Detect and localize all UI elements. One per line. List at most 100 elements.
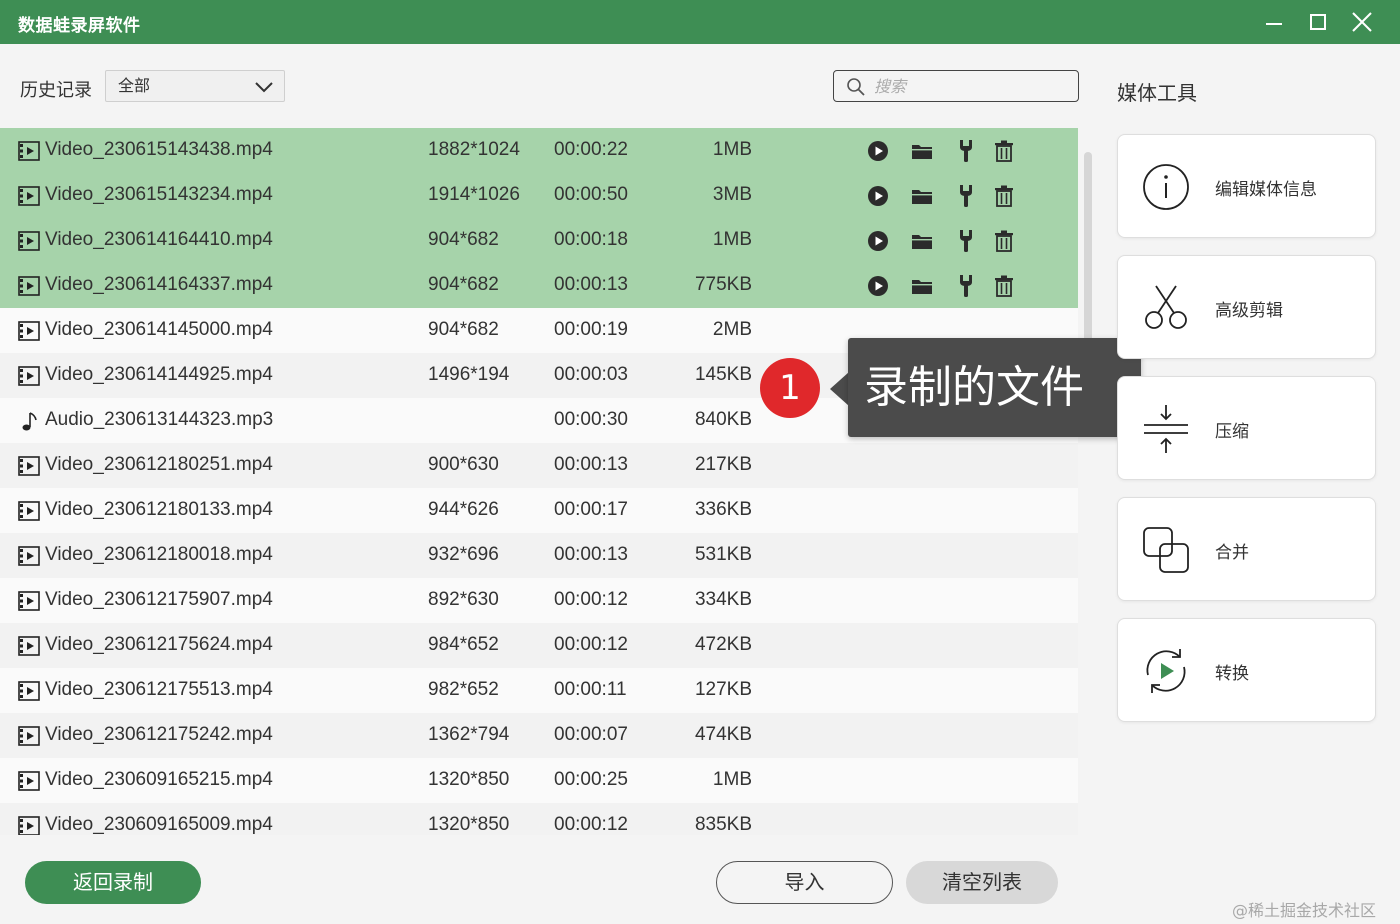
edit-button[interactable] [954,229,978,253]
play-button[interactable] [866,274,890,298]
file-size: 1MB [712,769,752,790]
file-resolution: 1496*194 [428,364,510,385]
file-name: Video_230612175513.mp4 [45,679,273,700]
file-duration: 00:00:03 [554,364,628,385]
play-button[interactable] [866,184,890,208]
table-row[interactable]: Video_230614164337.mp4 904*682 00:00:13 775… [0,263,1078,308]
open-folder-button[interactable] [910,274,934,298]
edit-tool-icon [960,275,972,297]
search-box[interactable] [833,70,1079,102]
video-file-icon [18,681,40,701]
table-row[interactable]: Video_230609165009.mp4 1320*850 00:00:12 83… [0,803,1078,835]
delete-button[interactable] [992,274,1016,298]
file-name: Video_230612175907.mp4 [45,589,273,610]
file-type-icon [18,681,40,707]
play-icon [868,276,888,296]
tool-label: 压缩 [1215,422,1249,442]
file-name: Video_230614145000.mp4 [45,319,273,340]
file-resolution: 900*630 [428,454,499,475]
folder-icon [912,145,932,159]
close-button[interactable] [1340,0,1384,44]
tool-edit-media-info[interactable]: 编辑媒体信息 [1117,134,1376,238]
file-type-icon [18,276,40,302]
table-row[interactable]: Video_230609165215.mp4 1320*850 00:00:25 1M… [0,758,1078,803]
table-row[interactable]: Video_230612180133.mp4 944*626 00:00:17 336… [0,488,1078,533]
trash-icon [995,140,1013,162]
trash-icon [995,185,1013,207]
file-size: 1MB [712,229,752,250]
file-resolution: 1320*850 [428,769,510,790]
scrollbar-thumb[interactable] [1084,152,1092,358]
file-size: 127KB [694,679,752,700]
video-file-icon [18,321,40,341]
table-row[interactable]: Video_230612175907.mp4 892*630 00:00:12 334… [0,578,1078,623]
table-row[interactable]: Video_230612175624.mp4 984*652 00:00:12 472… [0,623,1078,668]
delete-button[interactable] [992,184,1016,208]
tool-advanced-cut[interactable]: 高级剪辑 [1117,255,1376,359]
file-duration: 00:00:12 [554,814,628,835]
tool-label: 合并 [1215,543,1249,563]
chevron-down-icon [255,82,273,93]
table-row[interactable]: Video_230614164410.mp4 904*682 00:00:18 1MB [0,218,1078,263]
table-row[interactable]: Video_230612180251.mp4 900*630 00:00:13 217… [0,443,1078,488]
file-name: Video_230614144925.mp4 [45,364,273,385]
open-folder-button[interactable] [910,184,934,208]
table-row[interactable]: Video_230615143438.mp4 1882*1024 00:00:22 1… [0,128,1078,173]
import-button[interactable]: 导入 [716,861,893,904]
file-type-icon [18,726,40,752]
maximize-button[interactable] [1296,0,1340,44]
table-row[interactable]: Video_230612175242.mp4 1362*794 00:00:07 47… [0,713,1078,758]
file-resolution: 1914*1026 [428,184,520,205]
info-icon [1143,164,1189,210]
minimize-icon [1266,23,1282,25]
file-size: 217KB [694,454,752,475]
file-duration: 00:00:30 [554,409,628,430]
file-resolution: 904*682 [428,229,499,250]
trash-icon [995,230,1013,252]
minimize-button[interactable] [1252,0,1296,44]
edit-button[interactable] [954,274,978,298]
play-button[interactable] [866,139,890,163]
tool-merge[interactable]: 合并 [1117,497,1376,601]
delete-button[interactable] [992,139,1016,163]
file-resolution: 904*682 [428,319,499,340]
video-file-icon [18,546,40,566]
open-folder-button[interactable] [910,139,934,163]
file-size: 531KB [694,544,752,565]
video-file-icon [18,141,40,161]
file-name: Audio_230613144323.mp3 [45,409,274,430]
file-name: Video_230612180251.mp4 [45,454,273,475]
open-folder-button[interactable] [910,229,934,253]
file-type-icon [18,141,40,167]
search-input[interactable] [874,75,1069,97]
file-resolution: 984*652 [428,634,499,655]
delete-button[interactable] [992,229,1016,253]
folder-icon [912,190,932,204]
video-file-icon [18,276,40,296]
file-name: Video_230614164410.mp4 [45,229,273,250]
file-name: Video_230612175242.mp4 [45,724,273,745]
edit-button[interactable] [954,184,978,208]
file-resolution: 982*652 [428,679,499,700]
table-row[interactable]: Video_230612175513.mp4 982*652 00:00:11 127… [0,668,1078,713]
table-row[interactable]: Video_230615143234.mp4 1914*1026 00:00:50 3… [0,173,1078,218]
play-button[interactable] [866,229,890,253]
file-type-icon [18,366,40,392]
file-type-icon [18,321,40,347]
file-size: 2MB [712,319,752,340]
tool-label: 转换 [1215,664,1249,684]
edit-button[interactable] [954,139,978,163]
file-name: Video_230612180018.mp4 [45,544,273,565]
back-to-record-button[interactable]: 返回录制 [25,861,201,904]
compress-icon [1144,405,1188,453]
callout-text: 录制的文件 [848,338,1141,437]
history-dropdown[interactable]: 全部 [105,70,285,102]
maximize-icon [1310,14,1326,30]
table-row[interactable]: Video_230612180018.mp4 932*696 00:00:13 531… [0,533,1078,578]
file-resolution: 1362*794 [428,724,510,745]
file-duration: 00:00:19 [554,319,628,340]
clear-list-button[interactable]: 清空列表 [906,861,1058,904]
tool-convert[interactable]: 转换 [1117,618,1376,722]
title-bar: 数据蛙录屏软件 [0,0,1400,44]
tool-compress[interactable]: 压缩 [1117,376,1376,480]
